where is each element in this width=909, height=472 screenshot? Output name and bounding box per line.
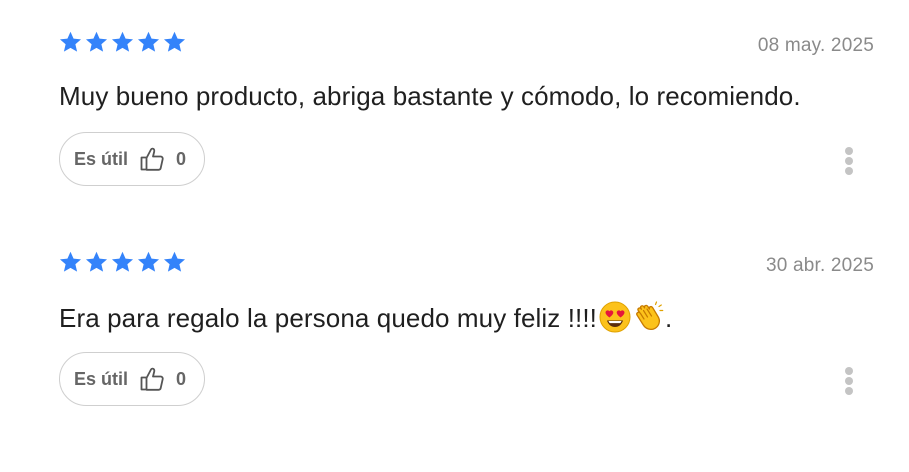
star-icon [59,251,82,273]
review-text-content: Muy bueno producto, abriga bastante y có… [59,81,801,111]
review-text-suffix: . [665,303,673,333]
vertical-ellipsis-dot [845,377,853,385]
star-icon [59,31,82,53]
review-card: 08 may. 2025 Muy bueno producto, abriga … [0,0,909,220]
thumbs-up-icon [138,365,166,393]
useful-count: 0 [176,368,187,389]
star-rating [59,251,186,273]
review-date: 30 abr. 2025 [765,255,874,276]
useful-label: Es útil [74,368,129,389]
star-icon [163,31,186,53]
more-options-button[interactable] [840,145,858,177]
useful-button[interactable]: Es útil 0 [59,132,205,186]
thumbs-up-icon [138,145,166,173]
star-rating [59,31,186,53]
star-icon [85,251,108,273]
star-icon [111,251,134,273]
star-icon [137,251,160,273]
review-text: Era para regalo la persona quedo muy fel… [59,301,672,334]
vertical-ellipsis-dot [845,167,853,175]
more-options-button[interactable] [840,365,858,397]
vertical-ellipsis-icon [845,147,853,155]
review-text: Muy bueno producto, abriga bastante y có… [59,81,801,112]
vertical-ellipsis-icon [845,367,853,375]
review-card: 30 abr. 2025 Era para regalo la persona … [0,220,909,440]
review-text-content: Era para regalo la persona quedo muy fel… [59,303,598,333]
star-icon [111,31,134,53]
heart-eyes-emoji-icon [599,301,631,333]
star-icon [163,251,186,273]
star-icon [137,31,160,53]
useful-label: Es útil [74,148,129,169]
useful-count: 0 [176,148,187,169]
vertical-ellipsis-dot [845,387,853,395]
useful-button[interactable]: Es útil 0 [59,352,205,406]
clapping-hands-emoji-icon [633,301,665,333]
review-date: 08 may. 2025 [757,35,874,56]
star-icon [85,31,108,53]
vertical-ellipsis-dot [845,157,853,165]
